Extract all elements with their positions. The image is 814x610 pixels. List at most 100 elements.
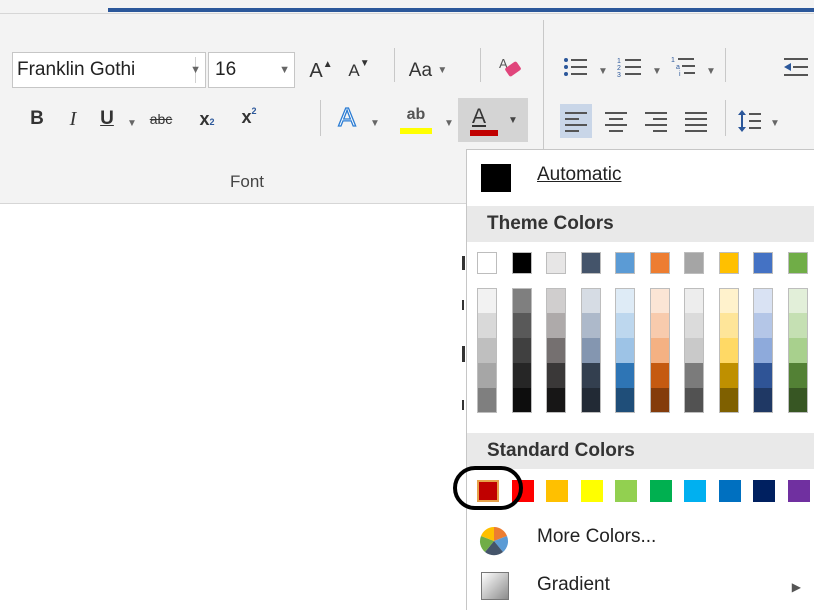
highlight-button[interactable]: ab (398, 100, 434, 134)
theme-color-swatch[interactable] (477, 252, 497, 274)
theme-shade-swatch[interactable] (649, 288, 670, 313)
theme-shade-swatch[interactable] (546, 313, 566, 338)
font-size-dropdown-arrow[interactable]: ▼ (279, 53, 290, 87)
theme-shade-swatch[interactable] (684, 363, 704, 388)
automatic-color-option[interactable]: Automatic (467, 154, 814, 202)
theme-shade-swatch[interactable] (787, 363, 808, 388)
theme-shade-swatch[interactable] (718, 313, 739, 338)
theme-shade-swatch[interactable] (546, 288, 566, 313)
theme-shade-swatch[interactable] (718, 288, 739, 313)
more-colors-option[interactable]: More Colors... (467, 514, 814, 562)
subscript-button[interactable]: x2 (190, 104, 224, 137)
theme-shade-swatch[interactable] (684, 388, 704, 413)
theme-shade-swatch[interactable] (753, 363, 773, 388)
font-color-dropdown-arrow[interactable]: ▼ (508, 106, 518, 136)
theme-shade-swatch[interactable] (546, 363, 566, 388)
theme-color-swatch[interactable] (511, 252, 532, 274)
underline-button[interactable]: U (94, 104, 120, 134)
line-spacing-button[interactable] (734, 104, 766, 143)
theme-shade-swatch[interactable] (684, 338, 704, 363)
theme-shade-swatch[interactable] (753, 313, 773, 338)
theme-shade-swatch[interactable] (580, 288, 601, 313)
standard-color-swatch[interactable] (753, 480, 775, 502)
theme-color-swatch[interactable] (649, 252, 670, 274)
theme-color-swatch[interactable] (684, 252, 704, 274)
theme-color-swatch[interactable] (546, 252, 566, 274)
theme-shade-swatch[interactable] (684, 288, 704, 313)
theme-shade-swatch[interactable] (753, 388, 773, 413)
standard-color-swatch[interactable] (580, 480, 603, 502)
align-center-button[interactable] (600, 104, 632, 141)
theme-shade-swatch[interactable] (718, 363, 739, 388)
font-size-combobox[interactable]: 16 ▼ (208, 52, 295, 88)
theme-shade-swatch[interactable] (787, 313, 808, 338)
theme-shade-swatch[interactable] (477, 363, 497, 388)
theme-shade-swatch[interactable] (753, 338, 773, 363)
standard-color-swatch[interactable] (546, 480, 568, 502)
theme-shade-swatch[interactable] (649, 338, 670, 363)
theme-shade-swatch[interactable] (477, 338, 497, 363)
theme-shade-swatch[interactable] (477, 313, 497, 338)
strikethrough-button[interactable]: abc (142, 104, 180, 134)
align-right-button[interactable] (640, 104, 672, 141)
theme-color-swatch[interactable] (615, 252, 635, 274)
standard-color-swatch[interactable] (649, 480, 672, 502)
theme-shade-swatch[interactable] (580, 388, 601, 413)
theme-shade-swatch[interactable] (649, 363, 670, 388)
numbering-button[interactable]: 1 2 3 (612, 54, 648, 89)
theme-shade-swatch[interactable] (580, 338, 601, 363)
theme-color-swatch[interactable] (580, 252, 601, 274)
theme-shade-swatch[interactable] (649, 388, 670, 413)
justify-button[interactable] (680, 104, 712, 141)
multilevel-list-dropdown-arrow[interactable]: ▼ (706, 66, 716, 77)
theme-shade-swatch[interactable] (615, 363, 635, 388)
theme-shade-swatch[interactable] (511, 338, 532, 363)
standard-color-swatch[interactable] (615, 480, 637, 502)
clear-formatting-button[interactable]: A (492, 54, 526, 89)
font-name-value[interactable]: Franklin Gothi (17, 53, 171, 87)
font-color-button[interactable]: A ▼ (458, 98, 528, 142)
theme-shade-swatch[interactable] (649, 313, 670, 338)
theme-shade-swatch[interactable] (615, 313, 635, 338)
theme-shade-swatch[interactable] (615, 288, 635, 313)
theme-shade-swatch[interactable] (511, 388, 532, 413)
decrease-indent-button[interactable] (778, 54, 814, 89)
bold-button[interactable]: B (24, 104, 50, 134)
theme-shade-swatch[interactable] (787, 338, 808, 363)
theme-shade-swatch[interactable] (511, 313, 532, 338)
bullets-dropdown-arrow[interactable]: ▼ (598, 66, 608, 77)
numbering-dropdown-arrow[interactable]: ▼ (652, 66, 662, 77)
theme-shade-swatch[interactable] (580, 363, 601, 388)
text-effects-dropdown-arrow[interactable]: ▼ (370, 118, 380, 129)
theme-shade-swatch[interactable] (615, 388, 635, 413)
change-case-button[interactable]: Aa ▼ (402, 56, 454, 89)
theme-shade-swatch[interactable] (615, 338, 635, 363)
bullets-button[interactable] (558, 54, 594, 89)
align-left-button[interactable] (560, 104, 592, 138)
theme-shade-swatch[interactable] (787, 288, 808, 313)
font-name-combobox[interactable]: Franklin Gothi ▼ (12, 52, 206, 88)
italic-button[interactable]: I (60, 104, 86, 134)
text-effects-button[interactable]: A (330, 101, 364, 132)
superscript-button[interactable]: x2 (232, 102, 266, 135)
theme-shade-swatch[interactable] (511, 288, 532, 313)
theme-shade-swatch[interactable] (718, 388, 739, 413)
multilevel-list-button[interactable]: 1 a i (666, 54, 702, 89)
font-name-dropdown-arrow[interactable]: ▼ (190, 53, 201, 87)
highlight-dropdown-arrow[interactable]: ▼ (444, 118, 454, 129)
underline-dropdown-arrow[interactable]: ▼ (127, 118, 137, 129)
theme-shade-swatch[interactable] (511, 363, 532, 388)
theme-shade-swatch[interactable] (684, 313, 704, 338)
standard-color-swatch[interactable] (684, 480, 706, 502)
grow-font-button[interactable]: A▲ (306, 56, 336, 90)
theme-shade-swatch[interactable] (477, 388, 497, 413)
theme-shade-swatch[interactable] (718, 338, 739, 363)
standard-color-swatch[interactable] (787, 480, 810, 502)
theme-shade-swatch[interactable] (753, 288, 773, 313)
theme-color-swatch[interactable] (787, 252, 808, 274)
theme-shade-swatch[interactable] (546, 338, 566, 363)
theme-shade-swatch[interactable] (580, 313, 601, 338)
theme-color-swatch[interactable] (753, 252, 773, 274)
theme-shade-swatch[interactable] (787, 388, 808, 413)
font-size-value[interactable]: 16 (215, 59, 236, 80)
